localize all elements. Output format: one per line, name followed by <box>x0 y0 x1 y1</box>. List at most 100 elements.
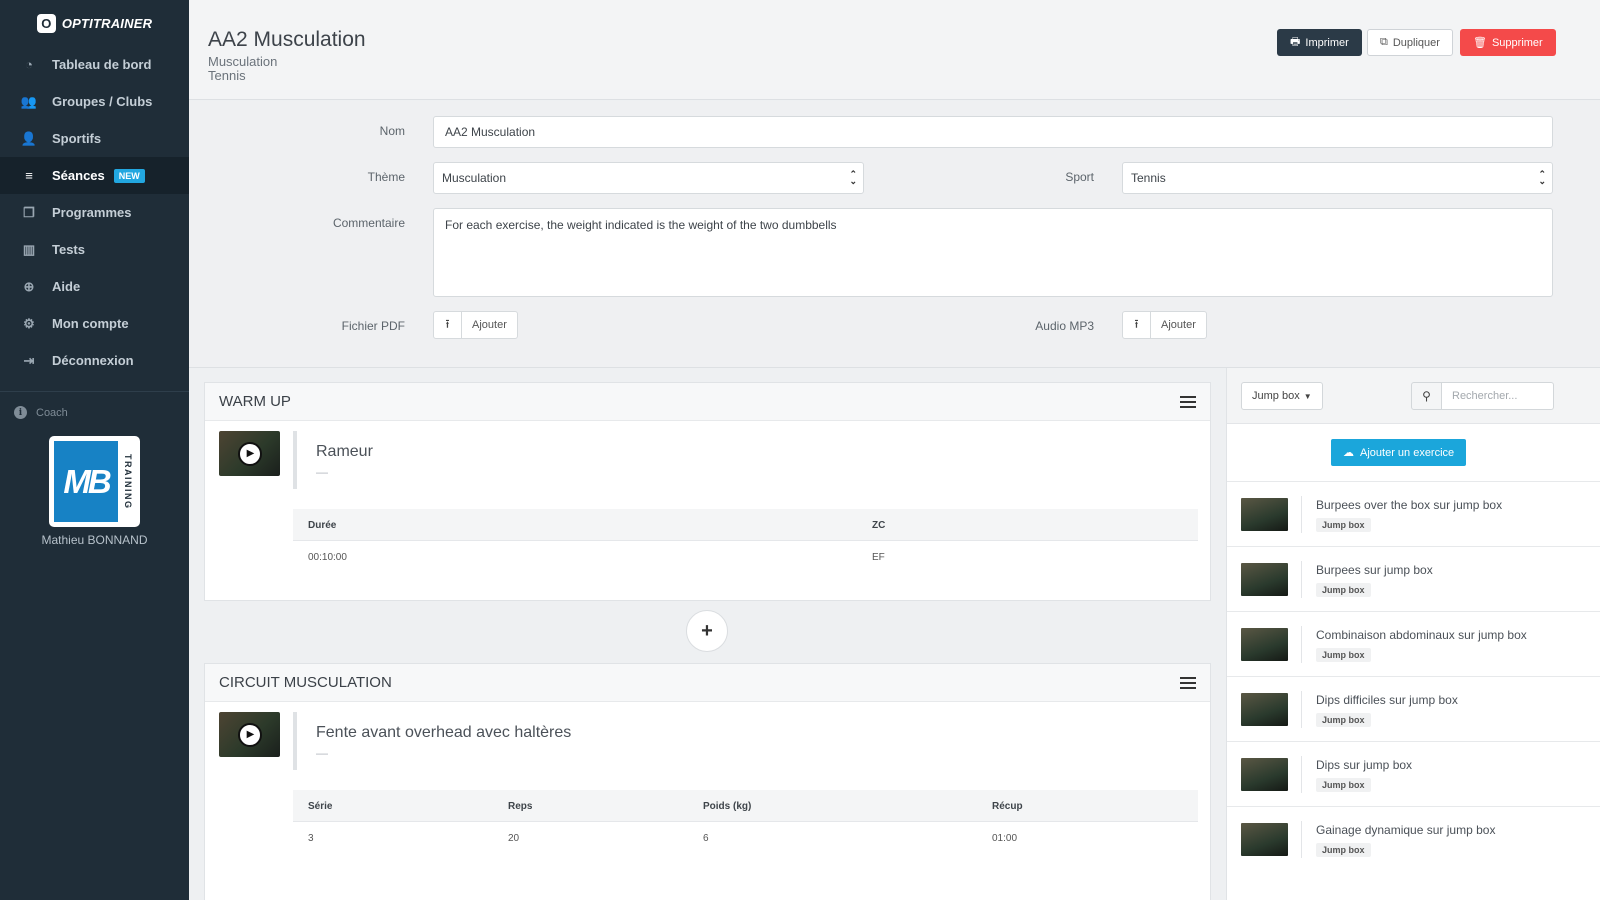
exercise-divider <box>293 712 297 770</box>
audio-label: Audio MP3 <box>1035 319 1094 333</box>
user-icon: 👤 <box>20 130 38 146</box>
exercise-thumbnail <box>1241 628 1288 661</box>
list-item[interactable]: Dips sur jump box Jump box <box>1227 741 1600 806</box>
avatar-side-text: TRAINING <box>123 453 133 510</box>
avatar-monogram: MB <box>54 441 118 522</box>
table-row[interactable]: 3 20 6 01:00 <box>293 822 1198 852</box>
block-header: WARM UP <box>205 383 1210 421</box>
page-title: AA2 Musculation <box>208 28 366 51</box>
delete-button[interactable]: 🗑 Supprimer <box>1460 29 1556 56</box>
sign-out-icon: ⇥ <box>23 352 35 368</box>
list-item-name: Dips sur jump box <box>1316 758 1413 772</box>
exercise-name[interactable]: Rameur <box>316 443 373 461</box>
nav-item-groupes-clubs[interactable]: 👥 Groupes / Clubs <box>0 83 189 120</box>
col-poids: Poids (kg) <box>703 801 752 812</box>
cell-serie: 3 <box>308 833 314 844</box>
item-divider <box>1301 561 1302 598</box>
table-header-row: Durée ZC <box>293 509 1198 541</box>
exercise-thumbnail <box>1241 823 1288 856</box>
list-item[interactable]: Gainage dynamique sur jump box Jump box <box>1227 806 1600 871</box>
nom-input[interactable]: AA2 Musculation <box>433 116 1553 148</box>
page-subtitle-sport: Tennis <box>208 68 246 83</box>
theme-select-value: Musculation <box>442 171 507 185</box>
nav-item-label: Séances <box>52 168 105 183</box>
list-item[interactable]: Combinaison abdominaux sur jump box Jump… <box>1227 611 1600 676</box>
coach-label-text: Coach <box>36 406 68 419</box>
coach-name: Mathieu BONNAND <box>41 533 148 547</box>
cell-duree: 00:10:00 <box>308 552 347 563</box>
nav-item-deconnexion[interactable]: ⇥ Déconnexion <box>0 342 189 379</box>
select-arrows-icon: ⌃ ⌄ <box>849 169 857 186</box>
nav-item-aide[interactable]: ⊕ Aide <box>0 268 189 305</box>
nav-item-label: Tests <box>52 242 85 257</box>
exercise-video-thumbnail[interactable]: ▶ <box>219 431 280 476</box>
cloud-upload-icon: ☁ <box>1343 447 1354 459</box>
item-divider <box>1301 626 1302 663</box>
play-icon: ▶ <box>237 722 262 747</box>
brand-logo[interactable]: O OPTITRAINER <box>0 0 189 46</box>
list-item-name: Gainage dynamique sur jump box <box>1316 823 1496 837</box>
exercise-video-thumbnail[interactable]: ▶ <box>219 712 280 757</box>
cell-recup: 01:00 <box>992 833 1018 844</box>
add-exercise-label: Ajouter un exercice <box>1360 446 1455 459</box>
list-item[interactable]: Dips difficiles sur jump box Jump box <box>1227 676 1600 741</box>
copy-icon: ⧉ <box>1380 36 1388 48</box>
gear-icon: ⚙ <box>23 315 35 331</box>
play-icon: ▶ <box>237 441 262 466</box>
comment-textarea[interactable]: For each exercise, the weight indicated … <box>433 208 1553 297</box>
caret-down-icon: ▼ <box>1303 391 1312 401</box>
sport-select[interactable]: Tennis ⌃ ⌄ <box>1122 162 1553 194</box>
list-item-tag: Jump box <box>1316 778 1371 792</box>
menu-icon[interactable] <box>1180 395 1196 408</box>
pdf-upload-button[interactable]: ⭱ Ajouter <box>433 311 518 339</box>
nav-item-tests[interactable]: ▥ Tests <box>0 231 189 268</box>
menu-icon[interactable] <box>1180 676 1196 689</box>
nav-item-programmes[interactable]: ❐ Programmes <box>0 194 189 231</box>
users-icon: 👥 <box>20 93 38 109</box>
delete-button-label: Supprimer <box>1491 36 1543 49</box>
exercise-divider <box>293 431 297 489</box>
add-exercise-button[interactable]: ☁ Ajouter un exercice <box>1331 439 1467 466</box>
add-block-button[interactable]: + <box>686 610 728 652</box>
cell-zc: EF <box>872 552 885 563</box>
nav-item-label: Groupes / Clubs <box>52 94 153 109</box>
nav-item-seances[interactable]: ≡ Séances NEW <box>0 157 189 194</box>
list-item[interactable]: Burpees over the box sur jump box Jump b… <box>1227 481 1600 546</box>
exercise-name[interactable]: Fente avant overhead avec haltères <box>316 724 571 742</box>
cell-reps: 20 <box>508 833 520 844</box>
list-item-name: Dips difficiles sur jump box <box>1316 693 1458 707</box>
list-item-name: Burpees sur jump box <box>1316 563 1433 577</box>
nav-item-mon-compte[interactable]: ⚙ Mon compte <box>0 305 189 342</box>
duplicate-button[interactable]: ⧉ Dupliquer <box>1367 29 1453 56</box>
theme-select[interactable]: Musculation ⌃ ⌄ <box>433 162 864 194</box>
dashboard-icon: ◔ <box>25 57 33 72</box>
block-circuit-musculation: CIRCUIT MUSCULATION ▶ Fente avant overhe… <box>204 663 1211 900</box>
category-dropdown-value: Jump box <box>1252 390 1300 402</box>
audio-upload-button[interactable]: ⭱ Ajouter <box>1122 311 1207 339</box>
exercise-library: Jump box ▼ ⚲ ☁ Ajouter un exercice Burpe… <box>1226 368 1600 900</box>
exercise-params-table: Série Reps Poids (kg) Récup 3 20 6 01:00 <box>293 790 1198 852</box>
page-header: AA2 Musculation Musculation Tennis 🖶 Imp… <box>189 0 1600 100</box>
library-toolbar: Jump box ▼ ⚲ <box>1227 368 1600 424</box>
item-divider <box>1301 691 1302 728</box>
table-row[interactable]: 00:10:00 EF <box>293 541 1198 571</box>
page-subtitle-theme: Musculation <box>208 54 278 69</box>
comment-label: Commentaire <box>332 216 405 230</box>
nav-item-tableau-de-bord[interactable]: ◔ Tableau de bord <box>0 46 189 83</box>
info-icon: i <box>14 406 27 419</box>
nav-item-sportifs[interactable]: 👤 Sportifs <box>0 120 189 157</box>
search-icon[interactable]: ⚲ <box>1411 382 1442 410</box>
search-input[interactable] <box>1442 382 1554 410</box>
upload-icon: ⭱ <box>1123 312 1151 338</box>
list-item-tag: Jump box <box>1316 713 1371 727</box>
category-dropdown[interactable]: Jump box ▼ <box>1241 382 1323 410</box>
select-arrows-icon: ⌃ ⌄ <box>1538 169 1546 186</box>
database-icon: ≡ <box>25 168 33 183</box>
block-warm-up: WARM UP ▶ Rameur — Durée ZC 00:10:00 EF <box>204 382 1211 601</box>
coach-avatar[interactable]: MB TRAINING <box>49 436 140 527</box>
list-item[interactable]: Burpees sur jump box Jump box <box>1227 546 1600 611</box>
nav-item-label: Aide <box>52 279 81 294</box>
print-button[interactable]: 🖶 Imprimer <box>1277 29 1362 56</box>
nav-item-label: Programmes <box>52 205 132 220</box>
new-badge: NEW <box>113 168 145 183</box>
